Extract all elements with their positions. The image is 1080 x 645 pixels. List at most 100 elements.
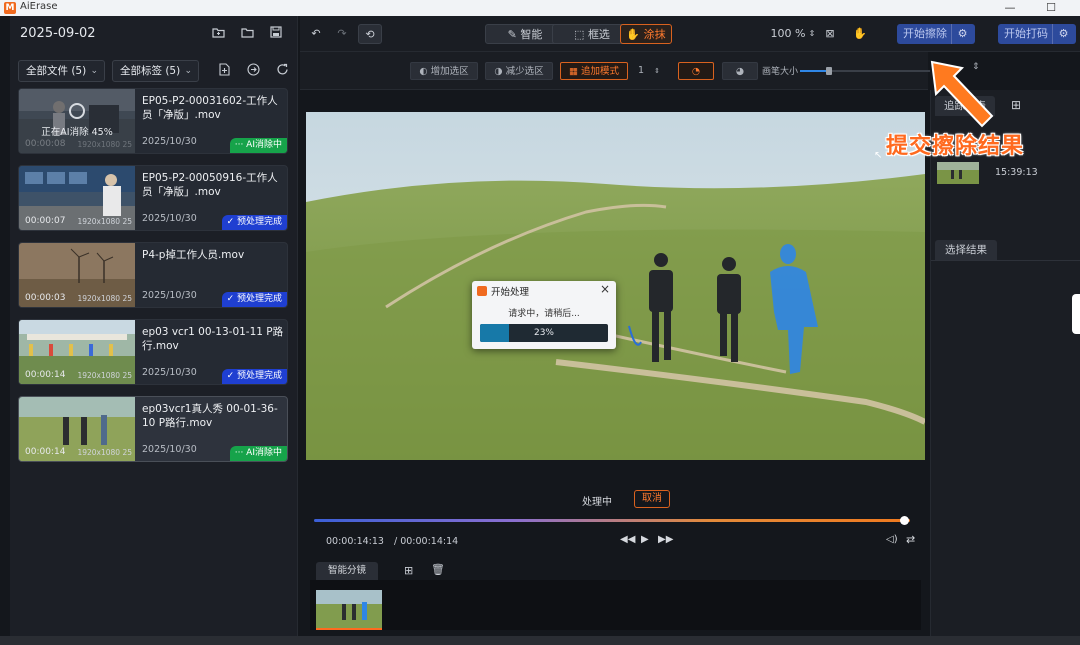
file-filter-dropdown[interactable]: 全部文件 (5) ⌄ [18,60,105,82]
import-file-icon[interactable] [216,63,232,79]
clip-duration: 00:00:14 [25,370,66,380]
processing-progress-text: 正在AI消除 45% [41,127,113,138]
storyboard-strip [310,580,921,630]
add-shot-icon[interactable]: ⊞ [404,564,413,577]
mosaic-settings-gear-icon[interactable]: ⚙ [1052,24,1074,44]
selection-toolbar: ◐ 增加选区 ◑ 减少选区 ▦ 追加模式 1 ⇕ ◔ ◕ 画笔大小 [300,52,930,90]
track-thumbnail[interactable] [937,162,979,184]
rewind-icon[interactable]: ◀◀ [620,534,635,545]
export-arrow-icon[interactable] [245,63,261,79]
file-date: 2025/10/30 [142,213,197,224]
annotation-arrow-icon [930,60,1000,135]
minimize-button[interactable]: — [997,0,1023,16]
fit-screen-icon[interactable]: ⊠ [822,24,838,44]
timeline-playhead[interactable] [900,516,910,525]
file-card[interactable]: 00:00:14 1920x1080 25 ep03 vcr1 00-13-01… [18,319,288,385]
brush-size-label: 画笔大小 [762,67,799,77]
file-date: 2025/10/30 [142,136,197,147]
file-card[interactable]: 00:00:03 1920x1080 25 P4-p掉工作人员.mov 2025… [18,242,288,308]
box-select-label: 框选 [587,28,610,41]
brush-minus-icon: ◕ [735,66,745,77]
tag-filter-label: 全部标签 (5) [120,65,181,77]
divider [931,260,1080,261]
history-icon [69,103,85,119]
file-thumbnail: 00:00:07 1920x1080 25 [19,166,135,230]
file-name: EP05-P2-00050916-工作人员「净版」.mov [142,172,278,198]
processing-status: 处理中 [582,497,612,508]
cancel-button[interactable]: 取消 [634,490,670,508]
file-thumbnail: 00:00:03 1920x1080 25 [19,243,135,307]
status-badge: ✓ 预处理完成 [221,292,287,307]
file-panel: 2025-09-02 全部文件 (5) ⌄ 全部标签 (5) ⌄ 正在AI消除 … [10,16,298,636]
file-thumbnail: 00:00:14 1920x1080 25 [19,320,135,384]
close-icon[interactable]: × [600,282,610,296]
start-erase-button[interactable]: 开始擦除 ⚙ [897,24,975,44]
file-thumbnail: 00:00:14 1920x1080 25 [19,397,135,461]
magic-wand-icon: ✎ [507,28,521,41]
forward-icon[interactable]: ▶▶ [658,534,673,545]
reset-icon[interactable]: ⟲ [358,24,382,44]
count-value: 1 [637,65,645,76]
smart-mode-label: 智能 [520,28,543,41]
save-icon[interactable] [268,26,284,42]
add-selection-label: 增加选区 [430,66,469,77]
window-title: AiErase [20,1,58,12]
reduce-selection-button[interactable]: ◑ 减少选区 [485,62,553,80]
reduce-selection-icon: ◑ [494,66,506,77]
brush-size-handle[interactable] [826,67,832,75]
count-stepper-icon[interactable]: ⇕ [652,62,662,80]
refresh-icon[interactable] [274,63,290,79]
status-strip [0,636,1080,645]
clip-duration: 00:00:07 [25,216,66,226]
play-icon[interactable]: ▶ [641,534,649,545]
clip-duration: 00:00:14 [25,447,66,457]
app-logo-icon [477,286,487,296]
clip-resolution: 1920x1080 25 [77,294,132,303]
undo-icon[interactable]: ↶ [308,24,324,44]
new-folder-icon[interactable] [210,26,226,42]
append-mode-button[interactable]: ▦ 追加模式 [560,62,628,80]
chevron-down-icon: ⌄ [90,66,98,76]
clip-duration: 00:00:03 [25,293,66,303]
progress-text: 23% [533,328,554,338]
brush-plus-button[interactable]: ◔ [678,62,714,80]
status-badge: ··· AI消除中 [229,446,287,461]
open-folder-icon[interactable] [239,26,255,42]
zoom-stepper-icon[interactable]: ⇕ [806,24,818,44]
brush-size-fill [800,70,828,72]
loop-icon[interactable]: ⇄ [906,533,915,546]
brush-size-slider[interactable] [800,67,930,75]
tab-select-results[interactable]: 选择结果 [935,240,997,260]
tracking-panel: 追踪列表 ⊞ 15:39:13 选择结果 [930,90,1080,636]
hand-tool-icon[interactable]: ✋ [852,24,868,44]
delete-icon[interactable]: 🗑 [431,563,445,576]
clip-resolution: 1920x1080 25 [77,217,132,226]
volume-icon[interactable]: ◁) [886,534,898,545]
storyboard-thumbnail[interactable] [316,590,382,630]
add-selection-button[interactable]: ◐ 增加选区 [410,62,478,80]
file-card-selected[interactable]: 00:00:14 1920x1080 25 ep03vcr1真人秀 00-01-… [18,396,288,462]
timeline-track[interactable] [314,519,910,522]
clip-resolution: 1920x1080 25 [77,448,132,457]
add-track-icon[interactable]: ⊞ [1011,98,1021,112]
dialog-message: 请求中，请稍后... [508,309,580,319]
tag-filter-dropdown[interactable]: 全部标签 (5) ⌄ [112,60,199,82]
file-thumbnail: 正在AI消除 45% 00:00:08 1920x1080 25 [19,89,135,153]
file-name: EP05-P2-00031602-工作人员「净版」.mov [142,95,278,121]
file-card[interactable]: 00:00:07 1920x1080 25 EP05-P2-00050916-工… [18,165,288,231]
side-handle[interactable] [1072,294,1080,334]
tab-smart-storyboard[interactable]: 智能分镜 [316,562,378,580]
file-date: 2025/10/30 [142,367,197,378]
zoom-value: 100 % [770,27,806,40]
paint-mode-button[interactable]: ✋ 涂抹 [620,24,672,44]
erase-settings-gear-icon[interactable]: ⚙ [951,24,973,44]
file-card[interactable]: 正在AI消除 45% 00:00:08 1920x1080 25 EP05-P2… [18,88,288,154]
start-mosaic-label: 开始打码 [1004,27,1048,40]
file-date: 2025/10/30 [142,290,197,301]
start-mosaic-button[interactable]: 开始打码 ⚙ [998,24,1076,44]
brush-minus-button[interactable]: ◕ [722,62,758,80]
total-time: / 00:00:14:14 [394,536,459,547]
maximize-button[interactable]: ☐ [1038,0,1064,16]
redo-icon[interactable]: ↷ [334,24,350,44]
processing-dialog: 开始处理 × 请求中，请稍后... 23% [472,281,616,349]
